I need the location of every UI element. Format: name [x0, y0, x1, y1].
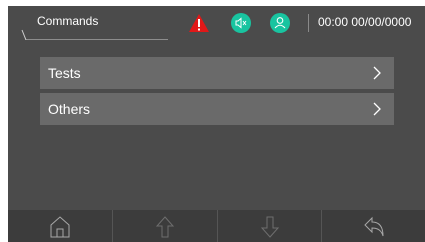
arrow-up-icon [155, 216, 175, 238]
scroll-up-button[interactable] [113, 210, 217, 242]
datetime-display: 00:00 00/00/0000 [318, 15, 412, 29]
arrow-down-icon [260, 216, 280, 238]
home-button[interactable] [8, 210, 112, 242]
menu-item-tests[interactable]: Tests [40, 57, 394, 89]
home-icon [50, 216, 70, 238]
chevron-right-icon [373, 66, 381, 80]
back-icon [364, 216, 384, 237]
header-separator [308, 14, 309, 32]
header-bar: Commands 00:00 00/00/0000 [8, 6, 425, 40]
mute-icon[interactable] [230, 12, 252, 34]
page-title: Commands [37, 14, 99, 28]
menu-item-others[interactable]: Others [40, 93, 394, 125]
chevron-right-icon [373, 102, 381, 116]
user-icon[interactable] [269, 12, 291, 34]
scroll-down-button[interactable] [218, 210, 322, 242]
screen: Commands 00:00 00/00/0000 Tests Others [8, 6, 425, 242]
back-button[interactable] [322, 210, 425, 242]
warning-icon[interactable] [188, 13, 210, 33]
footer-nav [8, 210, 425, 242]
menu-item-label: Others [48, 101, 91, 117]
menu-item-label: Tests [48, 65, 81, 81]
